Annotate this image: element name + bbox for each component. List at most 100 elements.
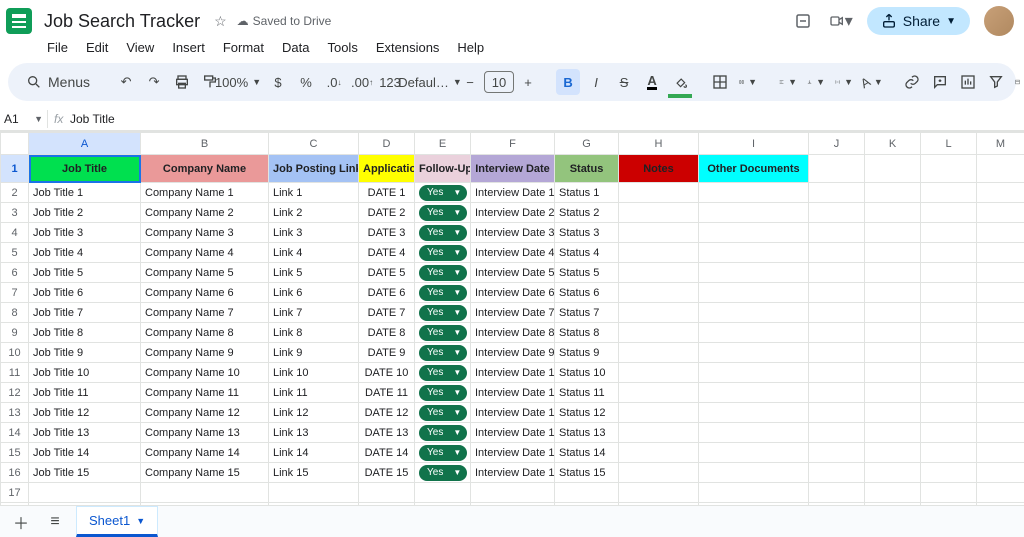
cell-J11[interactable] — [809, 363, 865, 383]
cell-B15[interactable]: Company Name 14 — [141, 443, 269, 463]
cell-E16[interactable]: Yes▼ — [415, 463, 471, 483]
followup-chip[interactable]: Yes▼ — [419, 245, 467, 261]
cell-H5[interactable] — [619, 243, 699, 263]
cell-F8[interactable]: Interview Date 7 — [471, 303, 555, 323]
cell-G6[interactable]: Status 5 — [555, 263, 619, 283]
cell-H9[interactable] — [619, 323, 699, 343]
cell-G4[interactable]: Status 3 — [555, 223, 619, 243]
cell-F16[interactable]: Interview Date 15 — [471, 463, 555, 483]
cell-A5[interactable]: Job Title 4 — [29, 243, 141, 263]
cell-M2[interactable] — [977, 183, 1024, 203]
cell-B17[interactable] — [141, 483, 269, 503]
cell-D1[interactable]: Application Date — [359, 155, 415, 183]
cell-A10[interactable]: Job Title 9 — [29, 343, 141, 363]
cell-J14[interactable] — [809, 423, 865, 443]
cell-I5[interactable] — [699, 243, 809, 263]
cell-G11[interactable]: Status 10 — [555, 363, 619, 383]
cell-B6[interactable]: Company Name 5 — [141, 263, 269, 283]
cell-M9[interactable] — [977, 323, 1024, 343]
sheets-logo-icon[interactable] — [6, 8, 32, 34]
decrease-font-button[interactable]: − — [458, 69, 482, 95]
cell-C10[interactable]: Link 9 — [269, 343, 359, 363]
row-header[interactable]: 17 — [1, 483, 29, 503]
row-header[interactable]: 13 — [1, 403, 29, 423]
menu-help[interactable]: Help — [450, 36, 491, 59]
cell-G7[interactable]: Status 6 — [555, 283, 619, 303]
cell-D9[interactable]: DATE 8 — [359, 323, 415, 343]
cell-J9[interactable] — [809, 323, 865, 343]
cell-C8[interactable]: Link 7 — [269, 303, 359, 323]
followup-chip[interactable]: Yes▼ — [419, 365, 467, 381]
cell-K15[interactable] — [865, 443, 921, 463]
document-title[interactable]: Job Search Tracker — [40, 10, 204, 33]
row-header[interactable]: 4 — [1, 223, 29, 243]
cell-I12[interactable] — [699, 383, 809, 403]
cell-F3[interactable]: Interview Date 2 — [471, 203, 555, 223]
cell-I9[interactable] — [699, 323, 809, 343]
cell-K6[interactable] — [865, 263, 921, 283]
cell-A3[interactable]: Job Title 2 — [29, 203, 141, 223]
menu-format[interactable]: Format — [216, 36, 271, 59]
followup-chip[interactable]: Yes▼ — [419, 265, 467, 281]
cell-M7[interactable] — [977, 283, 1024, 303]
cell-H1[interactable]: Notes — [619, 155, 699, 183]
cell-H13[interactable] — [619, 403, 699, 423]
cell-C5[interactable]: Link 4 — [269, 243, 359, 263]
column-header-J[interactable]: J — [809, 133, 865, 155]
followup-chip[interactable]: Yes▼ — [419, 305, 467, 321]
cell-D7[interactable]: DATE 6 — [359, 283, 415, 303]
cell-F7[interactable]: Interview Date 6 — [471, 283, 555, 303]
cell-B2[interactable]: Company Name 1 — [141, 183, 269, 203]
cell-F17[interactable] — [471, 483, 555, 503]
cell-E7[interactable]: Yes▼ — [415, 283, 471, 303]
cell-M11[interactable] — [977, 363, 1024, 383]
cell-D16[interactable]: DATE 15 — [359, 463, 415, 483]
cell-L1[interactable] — [921, 155, 977, 183]
cell-J1[interactable] — [809, 155, 865, 183]
menu-tools[interactable]: Tools — [320, 36, 364, 59]
cell-I6[interactable] — [699, 263, 809, 283]
cell-A7[interactable]: Job Title 6 — [29, 283, 141, 303]
print-button[interactable] — [170, 69, 194, 95]
cell-B3[interactable]: Company Name 2 — [141, 203, 269, 223]
menu-insert[interactable]: Insert — [165, 36, 212, 59]
cell-E3[interactable]: Yes▼ — [415, 203, 471, 223]
cell-D2[interactable]: DATE 1 — [359, 183, 415, 203]
account-avatar[interactable] — [984, 6, 1014, 36]
column-header-C[interactable]: C — [269, 133, 359, 155]
cell-K16[interactable] — [865, 463, 921, 483]
cell-B8[interactable]: Company Name 7 — [141, 303, 269, 323]
cell-D12[interactable]: DATE 11 — [359, 383, 415, 403]
cell-K4[interactable] — [865, 223, 921, 243]
cell-D15[interactable]: DATE 14 — [359, 443, 415, 463]
cell-M13[interactable] — [977, 403, 1024, 423]
cell-F15[interactable]: Interview Date 14 — [471, 443, 555, 463]
column-header-B[interactable]: B — [141, 133, 269, 155]
cell-J10[interactable] — [809, 343, 865, 363]
cell-C16[interactable]: Link 15 — [269, 463, 359, 483]
cell-L5[interactable] — [921, 243, 977, 263]
search-menus[interactable]: Menus — [18, 70, 98, 94]
cell-L9[interactable] — [921, 323, 977, 343]
horizontal-align-button[interactable]: ▼ — [776, 69, 800, 95]
select-all-cell[interactable] — [1, 133, 29, 155]
cell-C4[interactable]: Link 3 — [269, 223, 359, 243]
cell-K9[interactable] — [865, 323, 921, 343]
column-header-D[interactable]: D — [359, 133, 415, 155]
cell-E13[interactable]: Yes▼ — [415, 403, 471, 423]
cell-H11[interactable] — [619, 363, 699, 383]
column-header-G[interactable]: G — [555, 133, 619, 155]
followup-chip[interactable]: Yes▼ — [419, 405, 467, 421]
menu-file[interactable]: File — [40, 36, 75, 59]
cell-I3[interactable] — [699, 203, 809, 223]
cell-M16[interactable] — [977, 463, 1024, 483]
cell-J12[interactable] — [809, 383, 865, 403]
cell-G3[interactable]: Status 2 — [555, 203, 619, 223]
cell-B9[interactable]: Company Name 8 — [141, 323, 269, 343]
cell-D6[interactable]: DATE 5 — [359, 263, 415, 283]
cell-J13[interactable] — [809, 403, 865, 423]
zoom-dropdown[interactable]: 100% ▼ — [226, 69, 250, 95]
row-header[interactable]: 15 — [1, 443, 29, 463]
cell-G16[interactable]: Status 15 — [555, 463, 619, 483]
link-button[interactable] — [900, 69, 924, 95]
